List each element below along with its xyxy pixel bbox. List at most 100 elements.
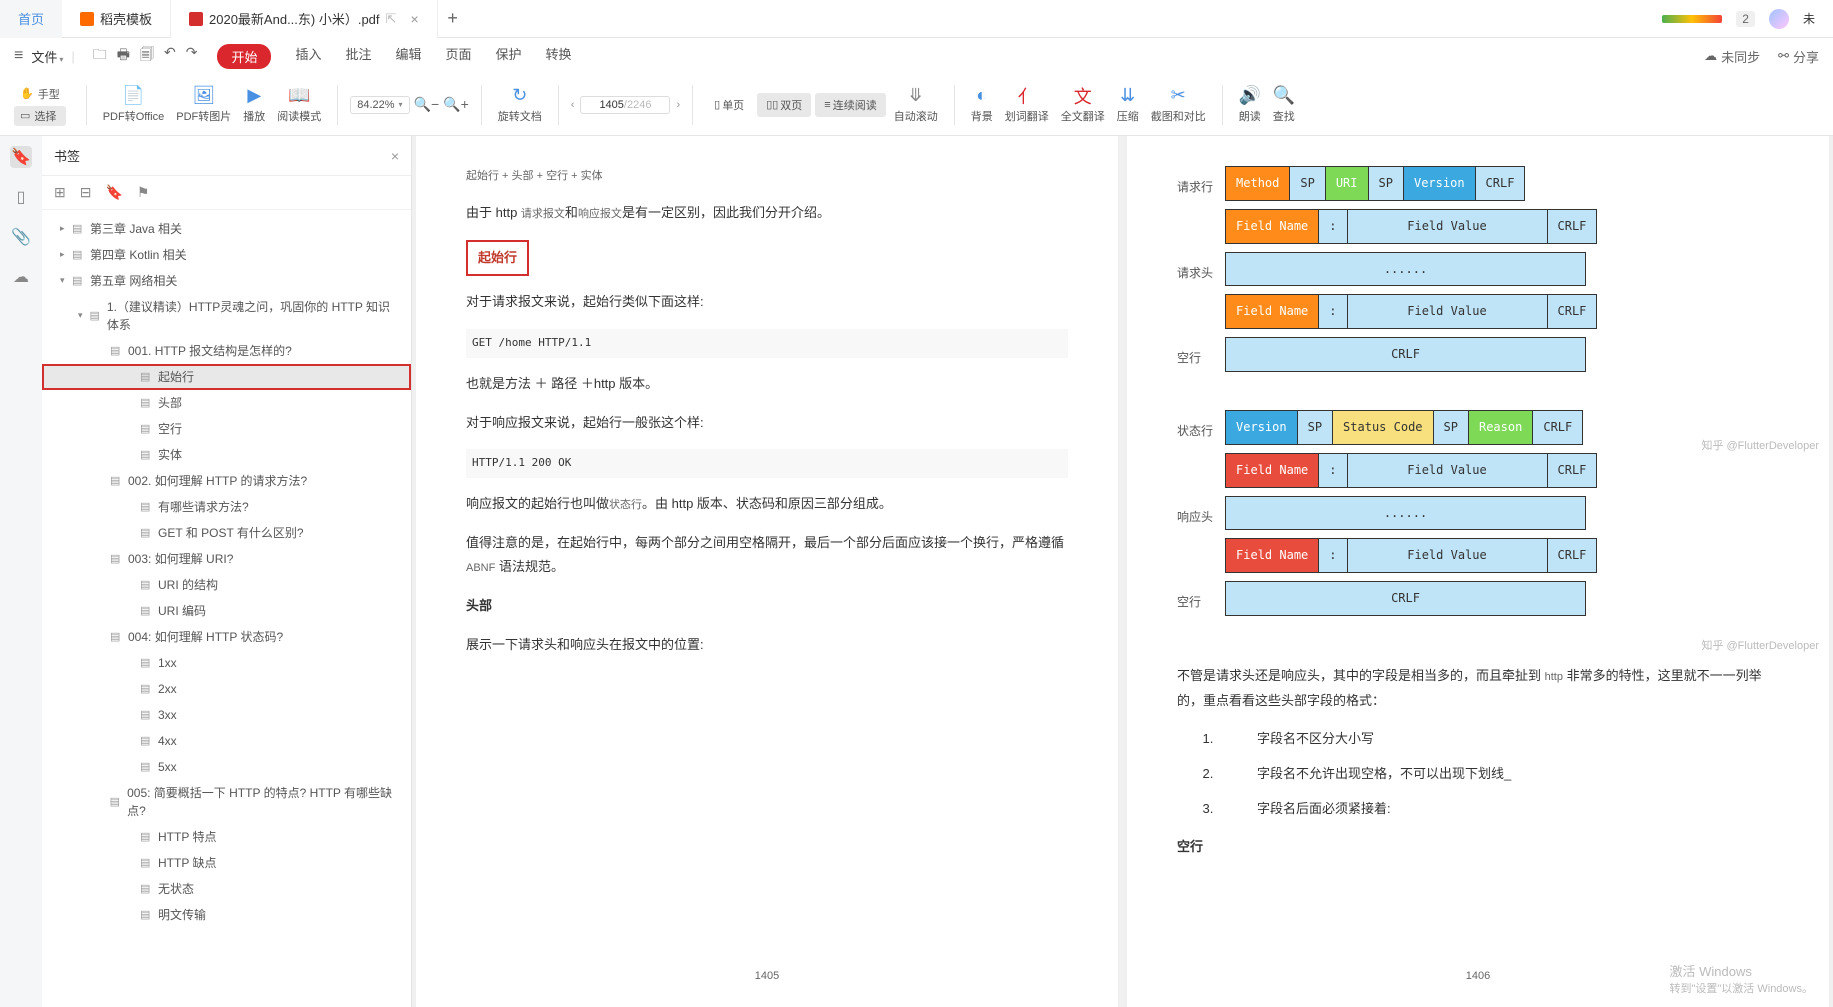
menu-tab-annotate[interactable]: 批注 <box>345 44 371 69</box>
bookmark-item[interactable]: ▤003: 如何理解 URI? <box>42 546 411 572</box>
limit-badge[interactable]: 2 <box>1736 11 1755 27</box>
tab-close-icon[interactable]: × <box>410 11 418 27</box>
bookmarks-tree[interactable]: ▸▤第三章 Java 相关▸▤第四章 Kotlin 相关▾▤第五章 网络相关▾▤… <box>42 210 411 1007</box>
read-mode-button[interactable]: 📖阅读模式 <box>273 86 325 124</box>
page-prev-icon[interactable]: ‹ <box>571 99 575 111</box>
menu-tab-page[interactable]: 页面 <box>446 44 472 69</box>
main-view[interactable]: 起始行 + 头部 + 空行 + 实体 由于 http 请求报文和响应报文是有一定… <box>412 136 1833 1007</box>
bookmark-icon: ▤ <box>140 733 154 750</box>
bg-button[interactable]: ◐背景 <box>967 86 997 124</box>
user-avatar[interactable] <box>1769 9 1789 29</box>
heading-start-line: 起始行 <box>466 240 529 277</box>
single-page-button[interactable]: ▯ 单页 <box>705 93 753 117</box>
bookmark-item[interactable]: ▾▤第五章 网络相关 <box>42 268 411 294</box>
bm-collapse-icon[interactable]: ⊟ <box>80 184 92 201</box>
read-aloud-button[interactable]: 🔊朗读 <box>1235 86 1265 124</box>
bookmarks-close-icon[interactable]: × <box>391 148 399 164</box>
bookmark-item[interactable]: ▤004: 如何理解 HTTP 状态码? <box>42 624 411 650</box>
bookmark-item[interactable]: ▤HTTP 缺点 <box>42 850 411 876</box>
full-translate-button[interactable]: 文全文翻译 <box>1057 86 1109 124</box>
bookmark-item[interactable]: ▤005: 简要概括一下 HTTP 的特点? HTTP 有哪些缺点? <box>42 780 411 824</box>
print-icon[interactable]: 🖶 <box>117 44 130 68</box>
bm-add-icon[interactable]: 🔖 <box>105 184 122 201</box>
bookmark-item[interactable]: ▤GET 和 POST 有什么区别? <box>42 520 411 546</box>
tab-pin-icon[interactable]: ⇱ <box>386 11 397 27</box>
bookmark-item[interactable]: ▤1xx <box>42 650 411 676</box>
bookmark-icon: ▤ <box>140 907 154 924</box>
auto-scroll-button[interactable]: ⤋自动滚动 <box>890 86 942 124</box>
tab-template[interactable]: 稻壳模板 <box>62 0 171 38</box>
bookmark-item[interactable]: ▸▤第四章 Kotlin 相关 <box>42 242 411 268</box>
bookmark-item[interactable]: ▤URI 的结构 <box>42 572 411 598</box>
cloud-rail-icon[interactable]: ☁ <box>10 266 32 288</box>
pdf-icon <box>189 12 203 26</box>
bookmark-item[interactable]: ▤HTTP 特点 <box>42 824 411 850</box>
open-icon[interactable]: 🗀 <box>93 44 107 68</box>
menu-file[interactable]: 文件▾ <box>31 47 63 66</box>
rotate-button[interactable]: ↻旋转文档 <box>494 86 546 124</box>
bookmark-label: 头部 <box>158 394 182 412</box>
bm-expand-icon[interactable]: ⊞ <box>54 184 66 201</box>
bookmark-item[interactable]: ▤实体 <box>42 442 411 468</box>
pdf-to-office-button[interactable]: 📄PDF转Office <box>99 86 169 124</box>
page-next-icon[interactable]: › <box>676 99 680 111</box>
page-input[interactable]: 1405/2246 <box>580 96 670 114</box>
share-button[interactable]: ⚯ 分享 <box>1778 47 1819 66</box>
bookmark-item[interactable]: ▤无状态 <box>42 876 411 902</box>
continuous-button[interactable]: ≡ 连续阅读 <box>815 93 885 117</box>
bookmark-item[interactable]: ▾▤1.（建议精读）HTTP灵魂之问，巩固你的 HTTP 知识体系 <box>42 294 411 338</box>
bookmark-item[interactable]: ▤2xx <box>42 676 411 702</box>
bookmark-label: 002. 如何理解 HTTP 的请求方法? <box>128 472 307 490</box>
dict-button[interactable]: ⺅划词翻译 <box>1001 86 1053 124</box>
menu-tab-convert[interactable]: 转换 <box>546 44 572 69</box>
bookmark-item[interactable]: ▤有哪些请求方法? <box>42 494 411 520</box>
menu-tab-edit[interactable]: 编辑 <box>396 44 422 69</box>
undo-icon[interactable]: ↶ <box>164 44 176 68</box>
bookmark-label: 明文传输 <box>158 906 206 924</box>
bookmark-icon: ▤ <box>140 655 154 672</box>
play-button[interactable]: ▶播放 <box>239 86 269 124</box>
bm-flag-icon[interactable]: ⚑ <box>137 184 150 201</box>
menu-tab-insert[interactable]: 插入 <box>295 44 321 69</box>
bookmark-icon: ▤ <box>110 629 124 646</box>
bookmark-item[interactable]: ▤4xx <box>42 728 411 754</box>
tab-add-button[interactable]: + <box>438 8 468 29</box>
menu-tabs: 开始 插入 批注 编辑 页面 保护 转换 <box>217 44 571 69</box>
bookmark-label: 5xx <box>158 758 177 776</box>
menu-tab-protect[interactable]: 保护 <box>496 44 522 69</box>
bookmark-item[interactable]: ▸▤第三章 Java 相关 <box>42 216 411 242</box>
menu-row: ≡ 文件▾ | 🗀 🖶 🗐 ↶ ↷ 开始 插入 批注 编辑 页面 保护 转换 ☁… <box>0 38 1833 74</box>
bookmark-item[interactable]: ▤空行 <box>42 416 411 442</box>
list-item: 字段名后面必须紧接着: <box>1217 797 1779 822</box>
bookmark-item[interactable]: ▤5xx <box>42 754 411 780</box>
export-icon[interactable]: 🗐 <box>140 44 154 68</box>
bookmark-item[interactable]: ▤3xx <box>42 702 411 728</box>
http-request-table: 请求行 Method SP URI SP Version CRLF 请求头 <box>1177 166 1597 380</box>
sync-button[interactable]: ☁ 未同步 <box>1704 47 1760 66</box>
bookmark-item[interactable]: ▤起始行 <box>42 364 411 390</box>
select-tool-button[interactable]: ▭ 选择 <box>14 106 66 126</box>
bookmark-item[interactable]: ▤002. 如何理解 HTTP 的请求方法? <box>42 468 411 494</box>
crop-compare-button[interactable]: ✂截图和对比 <box>1147 86 1210 124</box>
menu-tab-start[interactable]: 开始 <box>217 44 271 69</box>
double-page-button[interactable]: ▯▯ 双页 <box>757 93 811 117</box>
hamburger-icon[interactable]: ≡ <box>14 47 23 65</box>
bookmark-label: HTTP 特点 <box>158 828 216 846</box>
pdf-to-image-button[interactable]: 🖼PDF转图片 <box>172 86 235 124</box>
find-button[interactable]: 🔍查找 <box>1269 86 1299 124</box>
bookmark-item[interactable]: ▤URI 编码 <box>42 598 411 624</box>
attachment-rail-icon[interactable]: 📎 <box>10 226 32 248</box>
bookmark-item[interactable]: ▤头部 <box>42 390 411 416</box>
bookmark-item[interactable]: ▤001. HTTP 报文结构是怎样的? <box>42 338 411 364</box>
zoom-control[interactable]: 84.22% ▾ <box>350 96 409 114</box>
compress-button[interactable]: ⇊压缩 <box>1113 86 1143 124</box>
zoom-out-icon[interactable]: 🔍− <box>414 96 440 113</box>
bookmark-rail-icon[interactable]: 🔖 <box>10 146 32 168</box>
zoom-in-icon[interactable]: 🔍+ <box>443 96 469 113</box>
bookmark-item[interactable]: ▤明文传输 <box>42 902 411 928</box>
tab-home[interactable]: 首页 <box>0 0 62 38</box>
hand-tool-button[interactable]: ✋ 手型 <box>14 84 66 104</box>
tab-pdf[interactable]: 2020最新And...东) 小米）.pdf ⇱ × <box>171 0 438 38</box>
thumbnail-rail-icon[interactable]: ▯ <box>10 186 32 208</box>
redo-icon[interactable]: ↷ <box>186 44 198 68</box>
